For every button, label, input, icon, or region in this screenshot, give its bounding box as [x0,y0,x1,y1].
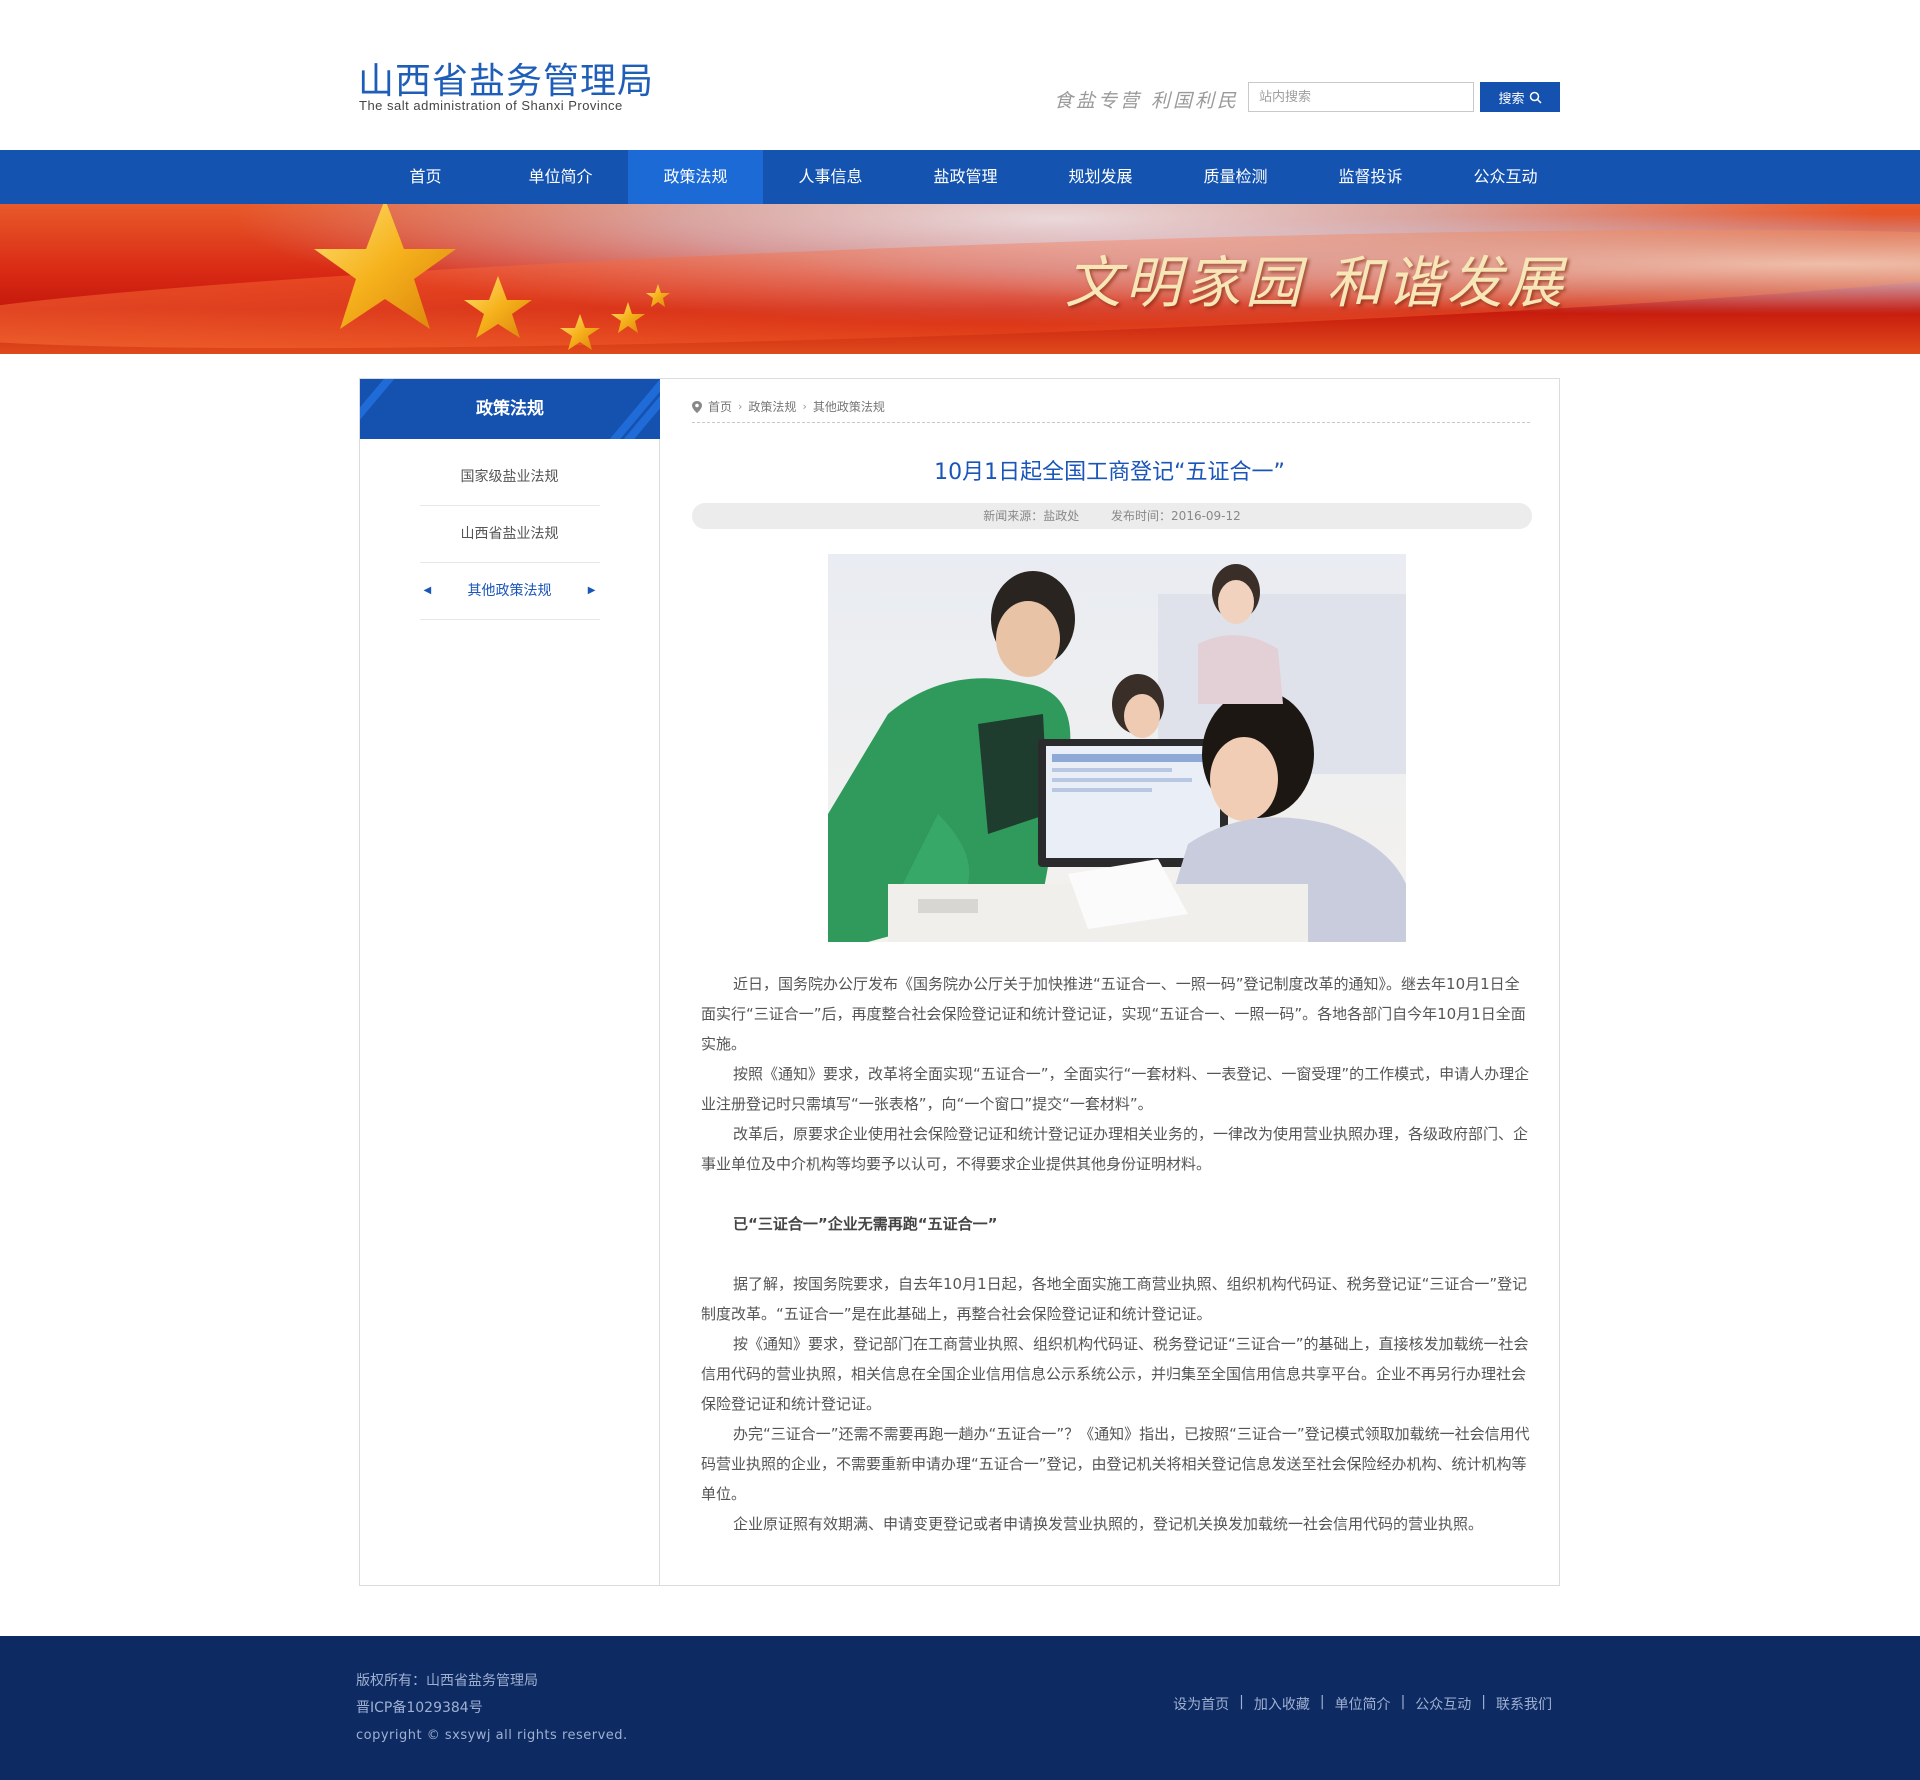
breadcrumb-item-1[interactable]: 政策法规 [748,398,796,415]
footer-divider: | [1481,1694,1486,1710]
banner-slogan: 文明家园 和谐发展 [1065,251,1567,316]
content-panel: 政策法规 国家级盐业法规 山西省盐业法规 ◀ 其他政策法规 ▶ 首页 › 政策法规 › 其他政策… [359,378,1560,1586]
breadcrumb: 首页 › 政策法规 › 其他政策法规 [692,393,1530,423]
site-footer: 版权所有：山西省盐务管理局 晋ICP备1029384号 copyright © … [0,1636,1920,1780]
nav-item-7[interactable]: 监督投诉 [1303,150,1438,204]
footer-rights: copyright © sxsywj all rights reserved. [356,1728,628,1743]
nav-item-1[interactable]: 单位简介 [493,150,628,204]
article-paragraph [701,1239,1531,1269]
site-slogan: 食盐专营 利国利民 [1054,90,1240,112]
sidebar-title: 政策法规 [360,379,660,439]
sidebar-list: 国家级盐业法规 山西省盐业法规 ◀ 其他政策法规 ▶ [360,449,659,620]
site-header: 山西省盐务管理局 The salt administration of Shan… [0,0,1920,150]
search-button-label: 搜索 [1498,91,1525,107]
footer-link-0[interactable]: 设为首页 [1173,1694,1229,1714]
hero-banner: 文明家园 和谐发展 [0,204,1920,354]
nav-item-2[interactable]: 政策法规 [628,150,763,204]
sidebar-item-0[interactable]: 国家级盐业法规 [419,449,600,506]
office-photo-icon [828,554,1406,942]
footer-link-2[interactable]: 单位简介 [1335,1694,1391,1714]
footer-info: 版权所有：山西省盐务管理局 晋ICP备1029384号 copyright © … [356,1668,628,1749]
article-paragraph [701,1179,1531,1209]
article-paragraph: 近日，国务院办公厅发布《国务院办公厅关于加快推进“五证合一、一照一码”登记制度改… [701,975,1526,1053]
footer-link-3[interactable]: 公众互动 [1415,1694,1471,1714]
footer-links: 设为首页 | 加入收藏 | 单位简介 | 公众互动 | 联系我们 [1173,1694,1552,1714]
nav-item-6[interactable]: 质量检测 [1168,150,1303,204]
search-button[interactable]: 搜索 [1480,82,1560,112]
nav-item-4[interactable]: 盐政管理 [898,150,1033,204]
article-source: 新闻来源：盐政处 [983,509,1080,523]
location-pin-icon [692,400,702,413]
nav-item-5[interactable]: 规划发展 [1033,150,1168,204]
nav-item-0[interactable]: 首页 [358,150,493,204]
breadcrumb-item-2[interactable]: 其他政策法规 [813,398,885,415]
sidebar-item-label: 山西省盐业法规 [460,526,559,542]
footer-copyright: 版权所有：山西省盐务管理局 [356,1673,538,1689]
chevron-right-icon: › [802,400,807,413]
caret-left-icon: ◀ [423,585,432,596]
article-meta: 新闻来源：盐政处 发布时间：2016-09-12 [692,503,1532,529]
caret-right-icon: ▶ [587,585,596,596]
footer-divider: | [1239,1694,1244,1710]
article-paragraph: 改革后，原要求企业使用社会保险登记证和统计登记证办理相关业务的，一律改为使用营业… [701,1125,1529,1173]
nav-item-8[interactable]: 公众互动 [1438,150,1573,204]
banner-stars-icon [314,204,670,350]
footer-link-1[interactable]: 加入收藏 [1254,1694,1310,1714]
main-nav: 首页 单位简介 政策法规 人事信息 盐政管理 规划发展 质量检测 监督投诉 公众互动 [0,150,1920,204]
article-body: 近日，国务院办公厅发布《国务院办公厅关于加快推进“五证合一、一照一码”登记制度改… [701,969,1531,1539]
footer-icp[interactable]: 晋ICP备1029384号 [356,1695,628,1722]
footer-divider: | [1319,1694,1325,1710]
article-paragraph: 办完“三证合一”还需不需要再跑一趟办“五证合一”？《通知》指出，已按照“三证合一… [701,1425,1530,1503]
article-photo [828,554,1406,942]
footer-divider: | [1400,1694,1406,1710]
footer-link-4[interactable]: 联系我们 [1496,1694,1552,1714]
article-paragraph: 按《通知》要求，登记部门在工商营业执照、组织机构代码证、税务登记证“三证合一”的… [701,1335,1529,1413]
article-area: 首页 › 政策法规 › 其他政策法规 10月1日起全国工商登记“五证合一” 新闻来源：盐… [660,379,1559,1585]
article-date: 发布时间：2016-09-12 [1111,509,1241,523]
sidebar-item-label: 国家级盐业法规 [460,469,559,485]
nav-list: 首页 单位简介 政策法规 人事信息 盐政管理 规划发展 质量检测 监督投诉 公众互动 [358,150,1573,204]
sidebar-item-2[interactable]: ◀ 其他政策法规 ▶ [419,563,600,620]
site-logo-subtitle: The salt administration of Shanxi Provin… [359,98,623,113]
nav-item-3[interactable]: 人事信息 [763,150,898,204]
article-title: 10月1日起全国工商登记“五证合一” [934,460,1285,485]
chevron-right-icon: › [738,400,743,413]
sidebar-item-label: 其他政策法规 [467,583,552,599]
sidebar-item-1[interactable]: 山西省盐业法规 [419,506,600,563]
article-paragraph: 企业原证照有效期满、申请变更登记或者申请换发营业执照的，登记机关换发加载统一社会… [733,1515,1484,1533]
search-icon [1529,91,1542,104]
sidebar: 政策法规 国家级盐业法规 山西省盐业法规 ◀ 其他政策法规 ▶ [360,379,660,1585]
article-paragraph: 据了解，按国务院要求，自去年10月1日起，各地全面实施工商营业执照、组织机构代码… [701,1275,1528,1323]
breadcrumb-item-0[interactable]: 首页 [708,398,732,415]
article-subheading: 已“三证合一”企业无需再跑“五证合一” [733,1215,998,1233]
site-logo-title[interactable]: 山西省盐务管理局 [358,52,654,104]
search-input[interactable] [1248,82,1474,112]
sidebar-title-label: 政策法规 [476,399,544,419]
article-paragraph: 按照《通知》要求，改革将全面实现“五证合一”，全面实行“一套材料、一表登记、一窗… [701,1065,1530,1113]
